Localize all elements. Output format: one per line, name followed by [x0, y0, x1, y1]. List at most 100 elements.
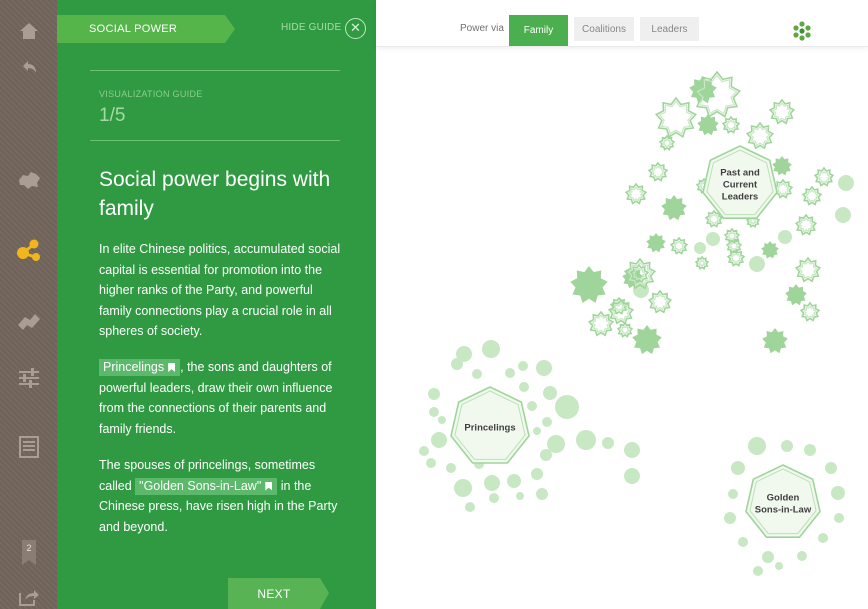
leader-node[interactable] — [646, 233, 666, 253]
person-node[interactable] — [797, 551, 807, 561]
leader-node-inner[interactable] — [628, 186, 644, 202]
person-node[interactable] — [507, 474, 521, 488]
leader-node-inner[interactable] — [708, 213, 720, 225]
person-node[interactable] — [472, 369, 482, 379]
person-node[interactable] — [438, 416, 446, 424]
person-node[interactable] — [465, 502, 475, 512]
network-visualization[interactable]: Past and Current LeadersPrincelingsGolden S… — [376, 48, 868, 609]
princelings-tag[interactable]: Princelings — [99, 359, 181, 376]
person-node[interactable] — [753, 566, 763, 576]
leader-node[interactable] — [570, 266, 608, 303]
leader-node-inner[interactable] — [749, 217, 757, 225]
leader-node-inner[interactable] — [817, 170, 831, 184]
leader-node-inner[interactable] — [727, 231, 737, 241]
network-button[interactable] — [0, 228, 64, 272]
person-node[interactable] — [724, 512, 736, 524]
leader-node[interactable] — [661, 195, 687, 221]
leader-node-inner[interactable] — [662, 138, 672, 148]
golden-sons-in-law-tag[interactable]: "Golden Sons-in-Law" — [135, 477, 278, 495]
leader-node-inner[interactable] — [725, 119, 737, 131]
person-node[interactable] — [804, 444, 816, 456]
sliders-button[interactable] — [0, 356, 57, 400]
person-node[interactable] — [505, 368, 515, 378]
person-node[interactable] — [489, 493, 499, 503]
tab-coalitions[interactable]: Coalitions — [574, 17, 634, 41]
person-node[interactable] — [519, 382, 529, 392]
leader-node-inner[interactable] — [776, 182, 790, 196]
person-node[interactable] — [428, 388, 440, 400]
tab-family[interactable]: Family — [509, 15, 568, 46]
person-node[interactable] — [834, 513, 844, 523]
person-node[interactable] — [518, 361, 528, 371]
leader-node[interactable] — [785, 284, 807, 306]
person-node[interactable] — [419, 446, 429, 456]
person-node[interactable] — [429, 407, 439, 417]
next-button[interactable]: NEXT — [228, 578, 329, 609]
person-node[interactable] — [778, 230, 792, 244]
person-node[interactable] — [543, 386, 557, 400]
leader-node[interactable] — [762, 328, 788, 354]
leader-node-inner[interactable] — [651, 293, 669, 311]
leader-node[interactable] — [632, 325, 662, 355]
person-node[interactable] — [831, 486, 845, 500]
map-button[interactable] — [0, 158, 57, 202]
person-node[interactable] — [706, 232, 720, 246]
person-node[interactable] — [748, 437, 766, 455]
leader-node[interactable] — [616, 321, 634, 338]
person-node[interactable] — [431, 432, 447, 448]
person-node[interactable] — [576, 430, 596, 450]
leader-node-inner[interactable] — [805, 189, 819, 203]
leader-node-inner[interactable] — [673, 240, 685, 252]
person-node[interactable] — [775, 562, 783, 570]
person-node[interactable] — [825, 462, 837, 474]
leader-node-inner[interactable] — [798, 217, 814, 233]
person-node[interactable] — [454, 479, 472, 497]
leader-node-inner[interactable] — [698, 259, 706, 267]
leader-node-inner[interactable] — [803, 305, 817, 319]
share-button[interactable] — [0, 575, 57, 609]
person-node[interactable] — [728, 489, 738, 499]
person-node[interactable] — [838, 175, 854, 191]
document-button[interactable] — [0, 425, 57, 469]
person-node[interactable] — [531, 468, 543, 480]
person-node[interactable] — [555, 395, 579, 419]
person-node[interactable] — [624, 468, 640, 484]
person-node[interactable] — [527, 401, 537, 411]
cluster-logo-icon[interactable] — [791, 20, 813, 42]
person-node[interactable] — [446, 463, 456, 473]
leader-node[interactable] — [761, 241, 779, 259]
person-node[interactable] — [533, 427, 541, 435]
leader-node-inner[interactable] — [730, 252, 742, 264]
person-node[interactable] — [835, 207, 851, 223]
person-node[interactable] — [426, 458, 436, 468]
person-node[interactable] — [536, 488, 548, 500]
person-node[interactable] — [542, 417, 552, 427]
person-node[interactable] — [536, 360, 552, 376]
person-node[interactable] — [749, 256, 765, 272]
leader-node-inner[interactable] — [620, 325, 630, 335]
person-node[interactable] — [818, 533, 828, 543]
leader-node-inner[interactable] — [651, 165, 665, 179]
person-node[interactable] — [540, 449, 552, 461]
person-node[interactable] — [738, 537, 748, 547]
person-node[interactable] — [694, 242, 706, 254]
leader-node[interactable] — [697, 114, 719, 136]
leader-node[interactable] — [658, 134, 676, 151]
person-node[interactable] — [482, 340, 500, 358]
tab-leaders[interactable]: Leaders — [640, 17, 699, 41]
leader-node[interactable] — [772, 156, 792, 176]
person-node[interactable] — [602, 437, 614, 449]
person-node[interactable] — [762, 551, 774, 563]
person-node[interactable] — [516, 492, 524, 500]
hide-guide-link[interactable]: HIDE GUIDE — [281, 22, 341, 33]
close-guide-button[interactable]: ✕ — [345, 18, 366, 39]
person-node[interactable] — [451, 358, 463, 370]
person-node[interactable] — [624, 442, 640, 458]
person-node[interactable] — [484, 475, 500, 491]
handshake-button[interactable] — [0, 300, 57, 344]
back-button[interactable] — [0, 46, 57, 90]
person-node[interactable] — [731, 461, 745, 475]
bookmark-count-badge[interactable]: 2 — [22, 540, 36, 565]
leader-node-inner[interactable] — [729, 241, 739, 251]
leader-node[interactable] — [694, 255, 710, 270]
